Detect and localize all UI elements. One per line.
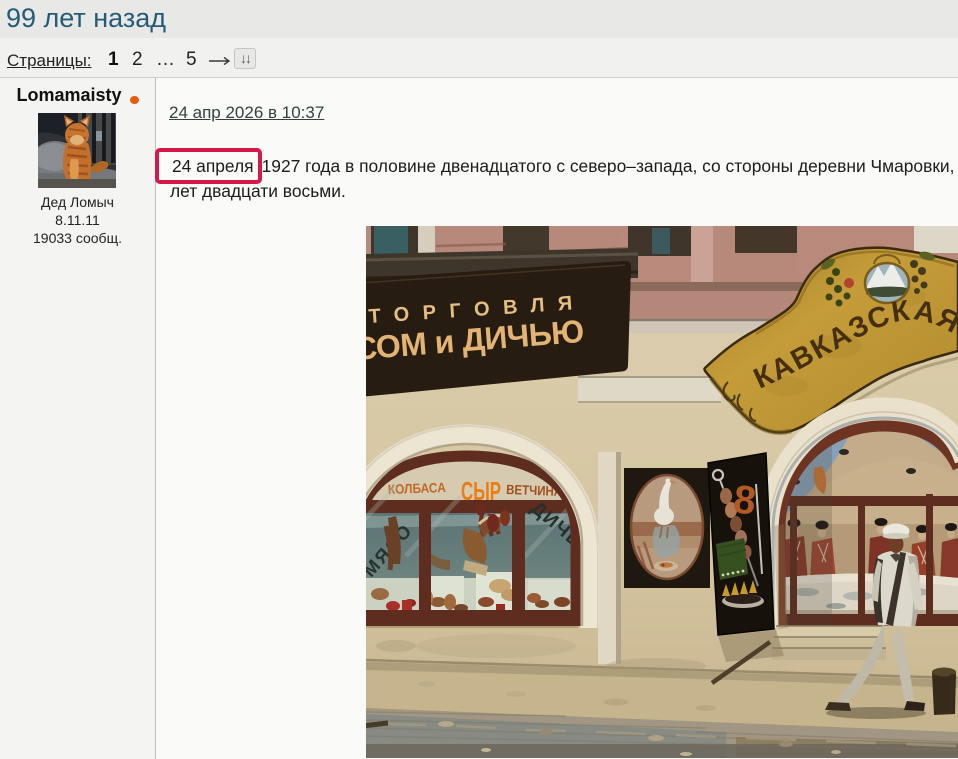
- svg-text:СЫР: СЫР: [461, 476, 501, 506]
